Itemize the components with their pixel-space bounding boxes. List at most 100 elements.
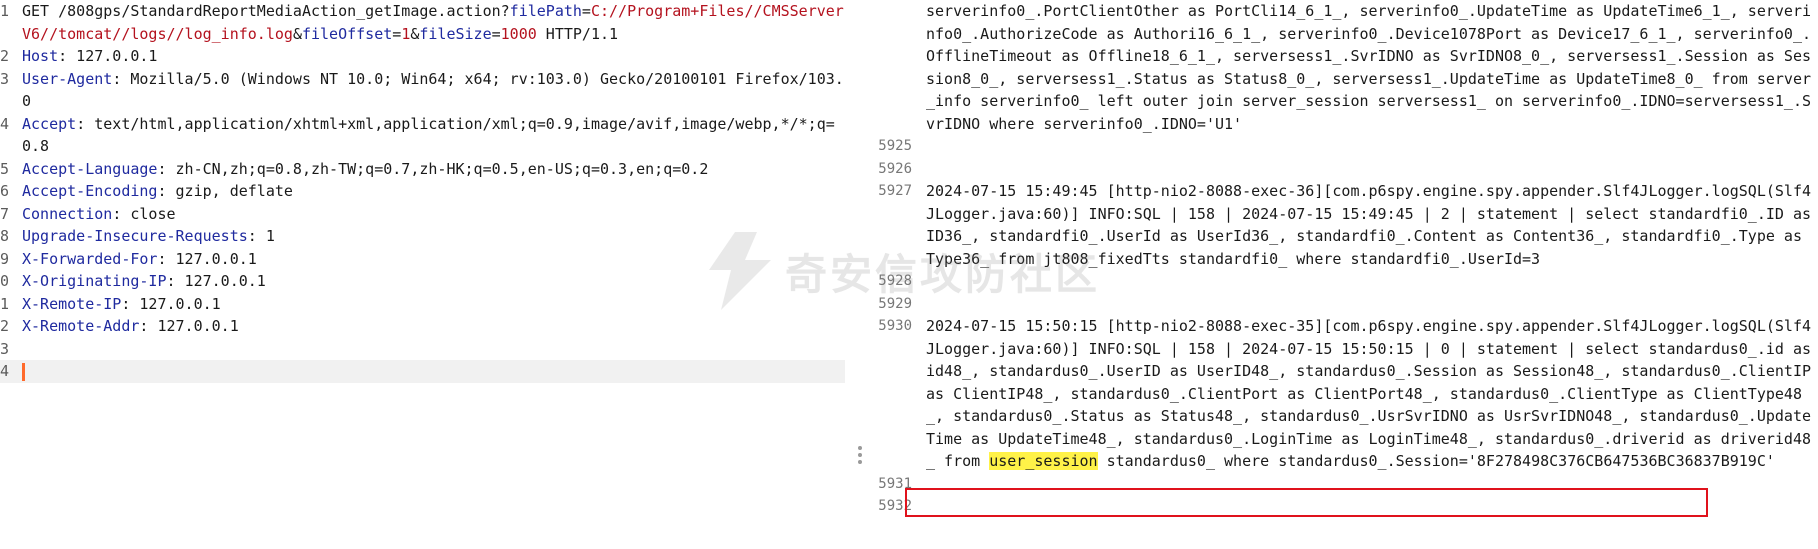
- code-text: =: [491, 24, 501, 43]
- search-match: user_session: [989, 452, 1098, 470]
- line-number: 4: [0, 362, 10, 380]
- line-number: 5927: [878, 183, 912, 199]
- line-text: X-Originating-IP: 127.0.0.1: [22, 270, 845, 293]
- param-name: X-Forwarded-For: [22, 249, 158, 268]
- request-line[interactable]: 4 Accept: text/html,application/xhtml+xml…: [0, 113, 845, 158]
- response-line[interactable]: 5925: [870, 135, 1818, 158]
- request-line[interactable]: 8 Upgrade-Insecure-Requests: 1: [0, 225, 845, 248]
- line-text: X-Forwarded-For: 127.0.0.1: [22, 248, 845, 271]
- line-text: [22, 360, 845, 383]
- code-text: : Mozilla/5.0 (Windows NT 10.0; Win64; x…: [22, 69, 844, 111]
- request-line[interactable]: 3: [0, 338, 845, 361]
- line-number: 0: [0, 272, 10, 290]
- code-text: HTTP/1.1: [536, 24, 619, 43]
- code-text: : gzip, deflate: [157, 182, 293, 200]
- line-number: 9: [0, 249, 10, 268]
- response-line[interactable]: 5928: [870, 270, 1818, 293]
- code-text: : 127.0.0.1: [121, 294, 221, 313]
- line-text: X-Remote-Addr: 127.0.0.1: [22, 315, 845, 338]
- pane-resize-handle[interactable]: [857, 446, 863, 468]
- param-name: Accept-Language: [22, 159, 158, 178]
- response-line[interactable]: 5931: [870, 473, 1818, 496]
- line-text: Upgrade-Insecure-Requests: 1: [22, 225, 845, 248]
- line-number: 3: [0, 69, 10, 88]
- request-line[interactable]: 2 Host: 127.0.0.1: [0, 45, 845, 68]
- line-text: [926, 158, 1818, 181]
- line-number: 1: [0, 294, 10, 313]
- line-number: 5928: [878, 273, 912, 289]
- code-text: : text/html,application/xhtml+xml,applic…: [22, 114, 835, 156]
- line-text: [926, 495, 1818, 518]
- line-number: [870, 0, 926, 135]
- line-text: GET /808gps/StandardReportMediaAction_ge…: [22, 0, 845, 45]
- param-value: 1000: [500, 24, 537, 43]
- request-line[interactable]: 4: [0, 360, 845, 383]
- line-text: 2024-07-15 15:50:15 [http-nio2-8088-exec…: [926, 315, 1818, 473]
- line-text: [926, 473, 1818, 496]
- response-line[interactable]: 5927 2024-07-15 15:49:45 [http-nio2-8088-…: [870, 180, 1818, 270]
- request-line[interactable]: 1 X-Remote-IP: 127.0.0.1: [0, 293, 845, 316]
- line-number: 7: [0, 204, 10, 223]
- response-viewer[interactable]: serverinfo0_.PortClientOther as PortCli1…: [870, 0, 1818, 549]
- code-text: &: [292, 24, 302, 43]
- code-text: serverinfo0_.PortClientOther as PortCli1…: [926, 2, 1812, 133]
- param-name: Upgrade-Insecure-Requests: [22, 227, 248, 245]
- line-number: 5925: [878, 138, 912, 154]
- code-text: 2024-07-15 15:50:15 [http-nio2-8088-exec…: [926, 317, 1812, 470]
- line-text: 2024-07-15 15:49:45 [http-nio2-8088-exec…: [926, 180, 1818, 270]
- line-text: Accept-Encoding: gzip, deflate: [22, 180, 845, 203]
- request-line[interactable]: 2 X-Remote-Addr: 127.0.0.1: [0, 315, 845, 338]
- code-text: : 127.0.0.1: [58, 47, 158, 65]
- request-line[interactable]: 3 User-Agent: Mozilla/5.0 (Windows NT 10.…: [0, 68, 845, 113]
- line-text: [926, 135, 1818, 158]
- response-line[interactable]: 5930 2024-07-15 15:50:15 [http-nio2-8088-…: [870, 315, 1818, 473]
- line-text: [926, 270, 1818, 293]
- line-number: 8: [0, 227, 10, 245]
- line-number: 3: [0, 339, 10, 358]
- param-name: fileOffset: [301, 24, 393, 43]
- code-text: 2024-07-15 15:49:45 [http-nio2-8088-exec…: [926, 182, 1812, 268]
- param-name: X-Originating-IP: [22, 272, 167, 290]
- line-text: Host: 127.0.0.1: [22, 45, 845, 68]
- response-line[interactable]: 5926: [870, 158, 1818, 181]
- response-line[interactable]: serverinfo0_.PortClientOther as PortCli1…: [870, 0, 1818, 135]
- response-line[interactable]: 5929: [870, 293, 1818, 316]
- code-text: : close: [112, 204, 176, 223]
- code-text: =: [581, 2, 591, 20]
- code-text: : 127.0.0.1: [139, 317, 239, 335]
- request-line[interactable]: 5 Accept-Language: zh-CN,zh;q=0.8,zh-TW;q…: [0, 158, 845, 181]
- line-text: serverinfo0_.PortClientOther as PortCli1…: [926, 0, 1818, 135]
- code-text: : 1: [247, 227, 275, 245]
- code-text: : 127.0.0.1: [157, 249, 257, 268]
- line-number: 4: [0, 114, 10, 133]
- line-text: User-Agent: Mozilla/5.0 (Windows NT 10.0…: [22, 68, 845, 113]
- param-name: User-Agent: [22, 69, 113, 88]
- param-name: X-Remote-IP: [22, 294, 122, 313]
- line-text: [22, 338, 845, 361]
- line-text: Accept-Language: zh-CN,zh;q=0.8,zh-TW;q=…: [22, 158, 845, 181]
- line-number: 5930: [878, 318, 912, 334]
- response-line[interactable]: 5932: [870, 495, 1818, 518]
- line-number: 2: [0, 47, 10, 65]
- line-number: 5932: [878, 498, 912, 514]
- code-text: : 127.0.0.1: [166, 272, 266, 290]
- request-line[interactable]: 1 GET /808gps/StandardReportMediaAction_g…: [0, 0, 845, 45]
- line-text: Accept: text/html,application/xhtml+xml,…: [22, 113, 845, 158]
- line-number: 6: [0, 182, 10, 200]
- param-value: 1: [401, 24, 411, 43]
- request-editor[interactable]: 1 GET /808gps/StandardReportMediaAction_g…: [0, 0, 845, 549]
- code-text: : zh-CN,zh;q=0.8,zh-TW;q=0.7,zh-HK;q=0.5…: [157, 159, 709, 178]
- param-name: fileSize: [419, 24, 492, 43]
- request-line[interactable]: 6 Accept-Encoding: gzip, deflate: [0, 180, 845, 203]
- line-number: 5926: [878, 160, 912, 177]
- code-text: =: [392, 24, 402, 43]
- line-number: 5931: [878, 475, 912, 492]
- line-text: Connection: close: [22, 203, 845, 226]
- code-text: standardus0_ where standardus0_.Session=…: [1097, 452, 1775, 470]
- param-name: Connection: [22, 204, 113, 223]
- request-line[interactable]: 9 X-Forwarded-For: 127.0.0.1: [0, 248, 845, 271]
- param-name: filePath: [509, 2, 582, 20]
- request-line[interactable]: 7 Connection: close: [0, 203, 845, 226]
- request-line[interactable]: 0 X-Originating-IP: 127.0.0.1: [0, 270, 845, 293]
- line-number: 2: [0, 317, 10, 335]
